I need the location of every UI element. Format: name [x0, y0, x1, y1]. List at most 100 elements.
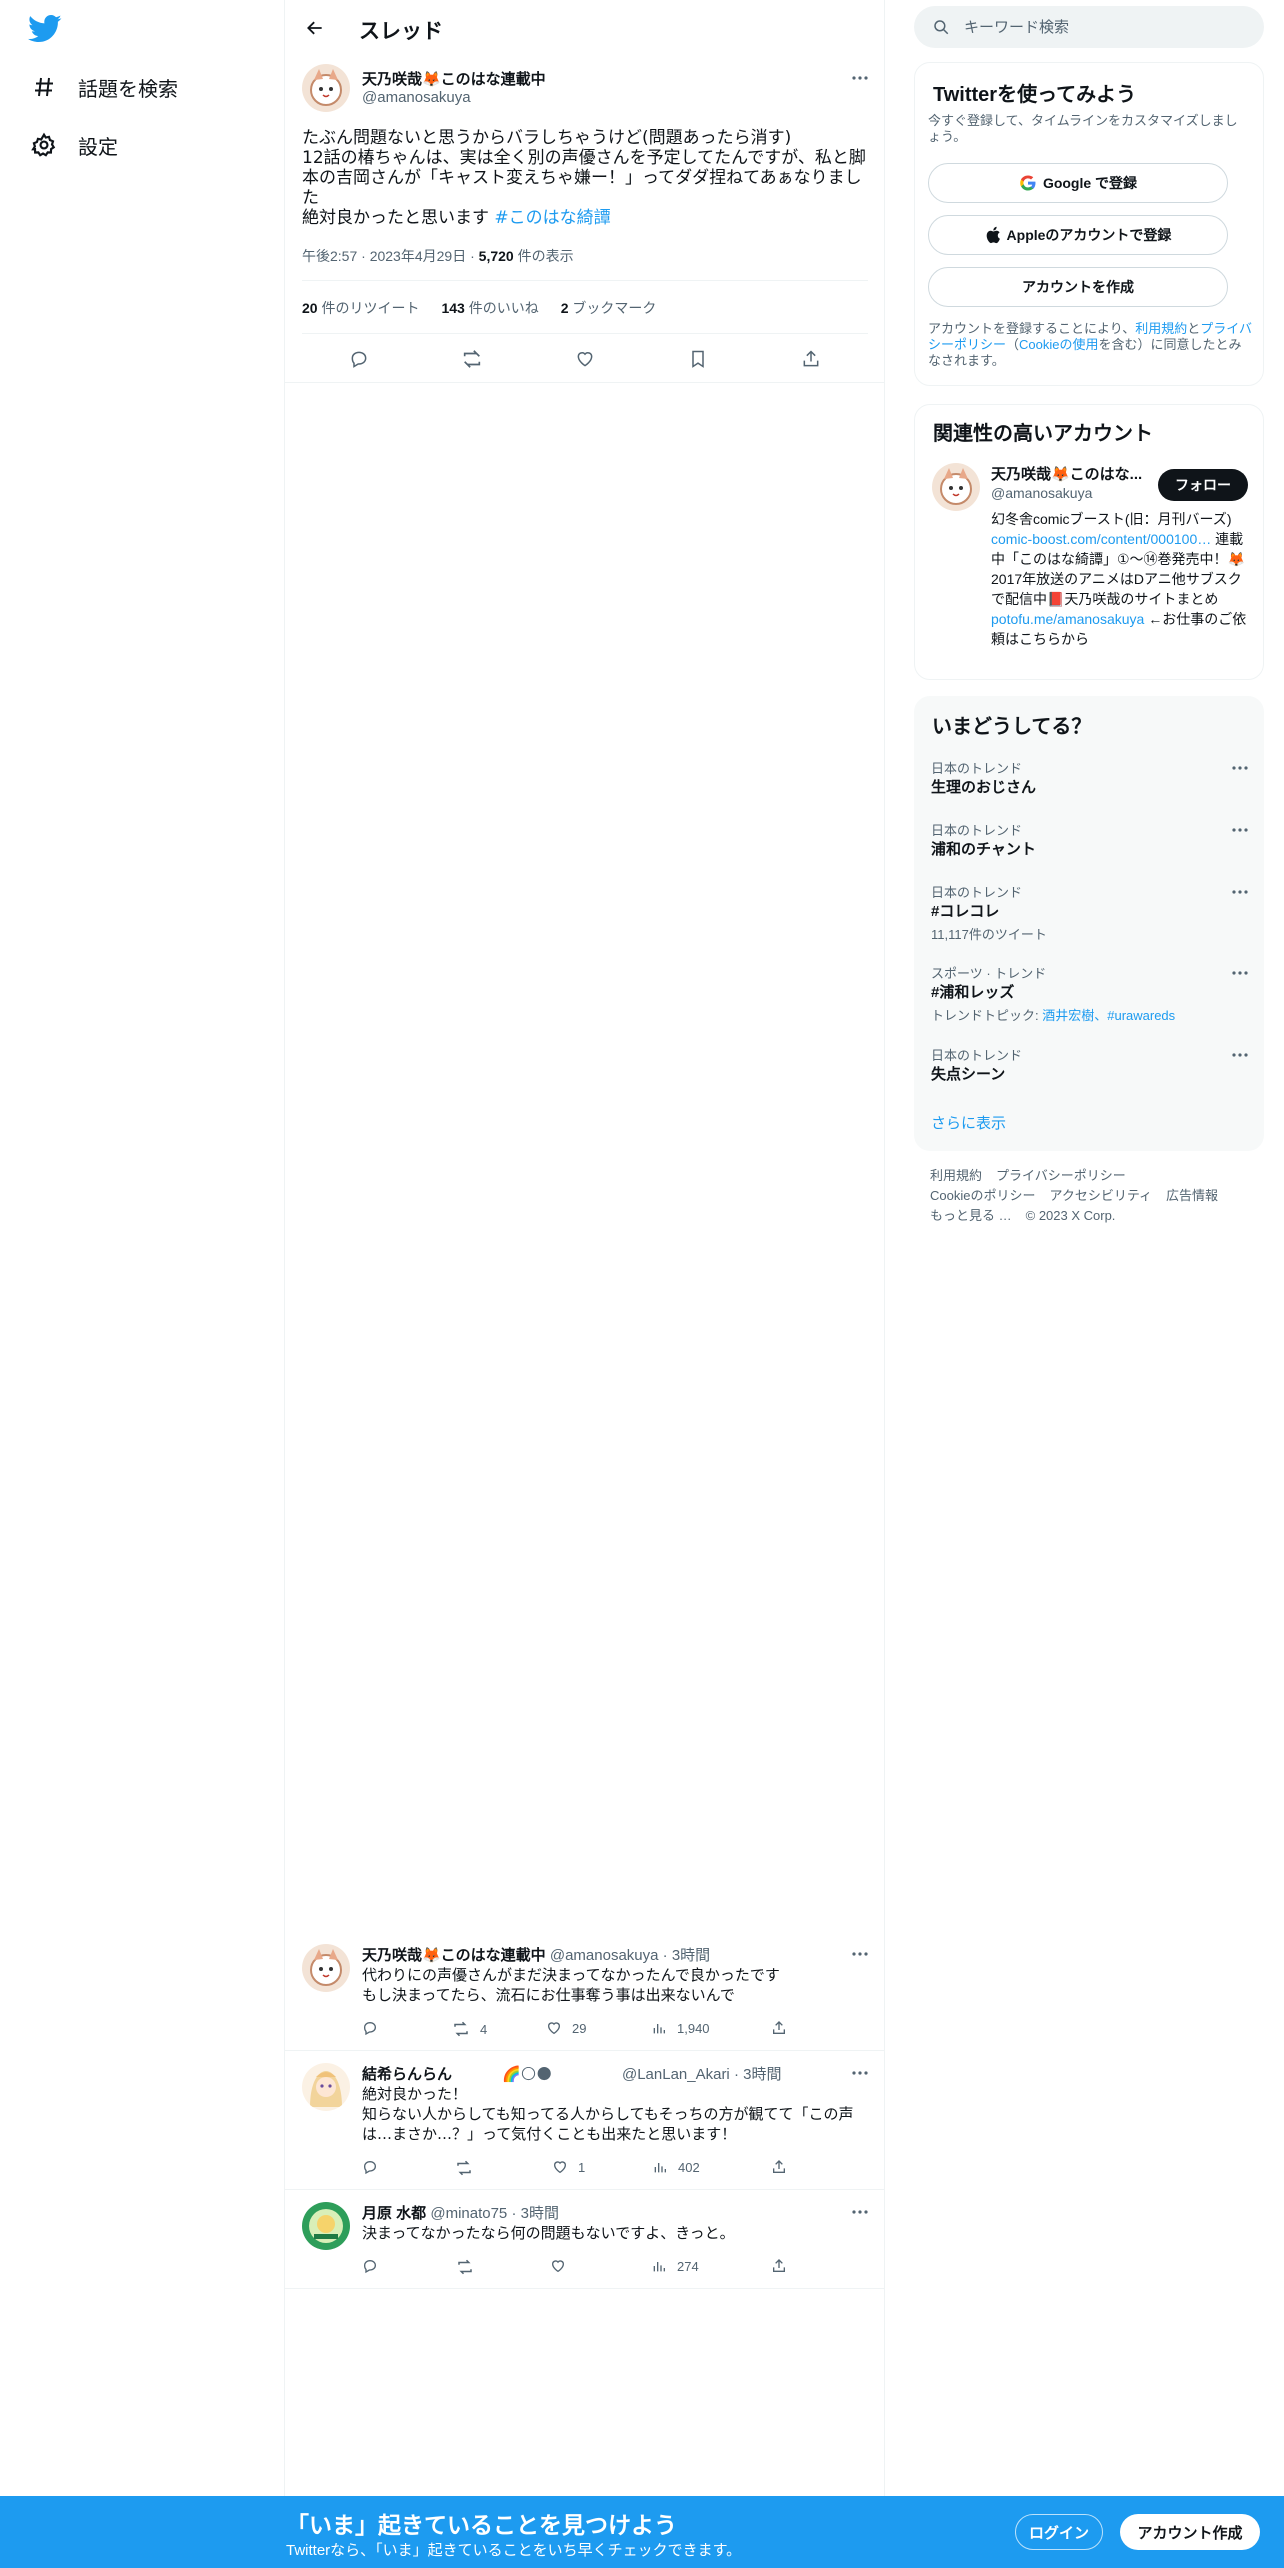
related-account-bio: 幻冬舎comicブースト(旧：月刊バーズ) comic-boost.com/co… — [991, 509, 1251, 649]
reply-button[interactable] — [362, 2020, 378, 2036]
more-options-icon[interactable] — [848, 1944, 872, 1964]
cookie-pre: （ — [1006, 337, 1020, 352]
reply-tweet[interactable]: 天乃咲哉🦊このはな連載中 @amanosakuya · 3時間 代わりにの声優さ… — [285, 1932, 885, 2051]
more-options-icon[interactable] — [848, 2202, 872, 2222]
create-account-button[interactable]: アカウントを作成 — [928, 267, 1228, 307]
like-button[interactable]: 1 — [552, 2159, 585, 2175]
avatar[interactable] — [932, 463, 980, 511]
more-options-icon[interactable] — [1228, 1047, 1252, 1063]
retweet-icon[interactable] — [457, 344, 487, 374]
views-button[interactable]: 402 — [652, 2159, 700, 2175]
bookmark-stat[interactable]: 2 ブックマーク — [561, 298, 657, 318]
share-icon — [773, 2021, 785, 2034]
cookie-link[interactable]: Cookieの使用 — [1019, 337, 1098, 352]
more-options-icon[interactable] — [1228, 760, 1252, 776]
trend-name: 浦和のチャント — [931, 841, 1036, 858]
like-stat[interactable]: 143 件のいいね — [441, 298, 538, 318]
bookmark-icon[interactable] — [683, 344, 713, 374]
trend-category: 日本のトレンド — [931, 1048, 1023, 1063]
trend-item[interactable]: スポーツ · トレンド #浦和レッズ トレンドトピック: 酒井宏樹、#urawa… — [914, 963, 1264, 1027]
views-button[interactable]: 274 — [651, 2258, 699, 2274]
reply-button[interactable] — [362, 2258, 378, 2274]
author-name[interactable]: 天乃咲哉🦊このはな連載中 — [362, 1947, 546, 1964]
views-count: 1,940 — [677, 2020, 710, 2036]
reply-icon — [363, 2021, 377, 2036]
reply-button[interactable] — [362, 2159, 378, 2175]
related-account-handle[interactable]: @amanosakuya — [991, 485, 1092, 501]
avatar[interactable] — [302, 2202, 350, 2250]
tweet-date[interactable]: 2023年4月29日 — [370, 248, 467, 264]
heart-icon[interactable] — [570, 344, 600, 374]
show-more-link[interactable]: さらに表示 — [931, 1112, 1006, 1133]
reply-time[interactable]: 3時間 — [743, 2066, 781, 2083]
share-button[interactable] — [771, 2020, 787, 2036]
author-name[interactable]: 天乃咲哉🦊このはな連載中 — [362, 68, 546, 89]
search-bar[interactable] — [914, 6, 1264, 48]
more-options-icon[interactable] — [848, 68, 872, 88]
author-handle[interactable]: @minato75 — [430, 2205, 507, 2222]
retweet-button[interactable]: 4 — [452, 2020, 487, 2038]
analytics-icon — [653, 2024, 665, 2034]
views-button[interactable]: 1,940 — [651, 2020, 710, 2036]
avatar[interactable] — [302, 2063, 350, 2111]
reply-tweet[interactable]: 結希らんらん 🌈🌕🌑 @LanLan_Akari · 3時間 絶対良かった！ 知らな… — [285, 2051, 885, 2190]
hashtag-link[interactable]: #このはな綺譚 — [494, 208, 610, 228]
footer-link[interactable]: もっと見る … — [930, 1208, 1012, 1223]
share-button[interactable] — [771, 2258, 787, 2274]
author-name[interactable]: 結希らんらん — [362, 2066, 452, 2083]
tweet-stats: 20 件のリツイート 143 件のいいね 2 ブックマーク — [302, 298, 656, 318]
tweet-time[interactable]: 午後2:57 — [302, 248, 357, 264]
like-button[interactable] — [550, 2258, 566, 2274]
back-arrow-icon[interactable] — [299, 12, 331, 44]
nav-item-explore[interactable]: 話題を検索 — [30, 67, 178, 107]
more-options-icon[interactable] — [1228, 822, 1252, 838]
author-handle[interactable]: @LanLan_Akari — [622, 2066, 730, 2083]
follow-button[interactable]: フォロー — [1158, 469, 1248, 501]
google-signup-button[interactable]: Google で登録 — [928, 163, 1228, 203]
trend-item[interactable]: 日本のトレンド 失点シーン — [914, 1045, 1264, 1101]
twitter-bird-icon[interactable] — [28, 14, 62, 44]
trend-tweet-count: 11,117件のツイート — [931, 927, 1047, 942]
avatar[interactable] — [302, 64, 350, 112]
related-account-name[interactable]: 天乃咲哉🦊このはな... — [991, 463, 1142, 484]
search-input[interactable] — [964, 18, 1244, 36]
avatar[interactable] — [302, 1944, 350, 1992]
login-button[interactable]: ログイン — [1015, 2514, 1103, 2550]
nav-item-settings[interactable]: 設定 — [30, 125, 118, 165]
likes-label: 件のいいね — [464, 300, 539, 316]
footer-link[interactable]: アクセシビリティ — [1049, 1188, 1152, 1203]
footer-link[interactable]: 利用規約 — [930, 1168, 982, 1183]
more-options-icon[interactable] — [1228, 965, 1252, 981]
author-handle[interactable]: @amanosakuya — [550, 1947, 659, 1964]
tweet-text: たぶん問題ないと思うからバラしちゃうけど(問題あったら消す) 12話の椿ちゃんは… — [302, 128, 868, 228]
trend-item[interactable]: 日本のトレンド 生理のおじさん — [914, 758, 1264, 814]
terms-link[interactable]: 利用規約 — [1135, 321, 1187, 336]
retweet-button[interactable] — [456, 2258, 474, 2276]
reply-time[interactable]: 3時間 — [521, 2205, 559, 2222]
footer-link[interactable]: Cookieのポリシー — [930, 1188, 1035, 1203]
like-button[interactable]: 29 — [546, 2020, 586, 2036]
author-handle[interactable]: @amanosakuya — [362, 89, 471, 106]
footer-link[interactable]: 広告情報 — [1166, 1188, 1218, 1203]
bio-link[interactable]: comic-boost.com/content/000100… — [991, 531, 1211, 547]
bio-link[interactable]: potofu.me/amanosakuya — [991, 611, 1144, 627]
signup-button[interactable]: アカウント作成 — [1120, 2514, 1260, 2550]
share-button[interactable] — [771, 2159, 787, 2175]
share-icon[interactable] — [796, 344, 826, 374]
trend-name: #コレコレ — [931, 903, 1000, 920]
retweet-stat[interactable]: 20 件のリツイート — [302, 298, 419, 318]
trend-topics-link[interactable]: 酒井宏樹、#urawareds — [1042, 1008, 1175, 1023]
reply-icon[interactable] — [344, 344, 374, 374]
retweet-count: 4 — [480, 2021, 488, 2037]
reply-tweet[interactable]: 月原 水都 @minato75 · 3時間 決まってなかったなら何の問題もないで… — [285, 2190, 885, 2289]
trend-item[interactable]: 日本のトレンド 浦和のチャント — [914, 820, 1264, 876]
more-options-icon[interactable] — [848, 2063, 872, 2083]
trend-item[interactable]: 日本のトレンド #コレコレ 11,117件のツイート — [914, 882, 1264, 946]
likes-count: 143 — [441, 300, 465, 316]
apple-signup-button[interactable]: Appleのアカウントで登録 — [928, 215, 1228, 255]
more-options-icon[interactable] — [1228, 884, 1252, 900]
retweet-button[interactable] — [455, 2159, 473, 2177]
footer-link[interactable]: プライバシーポリシー — [996, 1168, 1126, 1183]
reply-time[interactable]: 3時間 — [672, 1947, 710, 1964]
author-name[interactable]: 月原 水都 — [362, 2205, 426, 2222]
